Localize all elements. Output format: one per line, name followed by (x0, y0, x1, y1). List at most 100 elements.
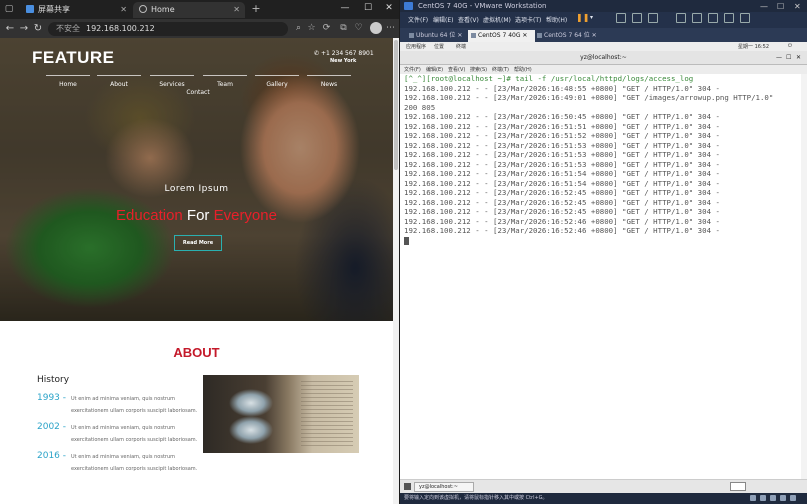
collections-icon[interactable]: ♡ (352, 22, 365, 35)
gnome-places-menu[interactable]: 位置 (434, 43, 444, 50)
vm-tab-centos-64[interactable]: CentOS 7 64 位 ✕ (534, 30, 605, 42)
terminal-minimize[interactable]: — (776, 51, 782, 65)
site-logo[interactable]: FEATURE (32, 48, 115, 68)
nav-news[interactable]: News (307, 75, 351, 88)
page-scroll-thumb[interactable] (394, 40, 398, 170)
nav-about[interactable]: About (97, 75, 141, 88)
vmware-window: CentOS 7 40G - VMware Workstation — ☐ ✕ … (400, 0, 807, 504)
terminal-output[interactable]: [^_^][root@localhost ~]# tail -f /usr/lo… (400, 74, 807, 479)
terminal-menu-view[interactable]: 查看(V) (448, 66, 465, 73)
menu-help[interactable]: 帮助(H) (546, 15, 567, 24)
timeline-line: Ut enim ad minima veniam, quis nostrum (71, 396, 175, 402)
sound-status-icon[interactable] (790, 495, 796, 501)
tab-home[interactable]: Home ✕ (133, 2, 245, 18)
log-line: 192.168.100.212 - - [23/Mar/2026:16:48:5… (404, 83, 720, 93)
phone-icon: ✆ (314, 50, 321, 57)
extensions-icon[interactable]: ⧉ (337, 22, 350, 35)
nav-gallery[interactable]: Gallery (255, 75, 299, 88)
snapshot-icon[interactable] (616, 13, 626, 23)
window-title: CentOS 7 40G - VMware Workstation (418, 2, 547, 10)
hero-title-part: Education (116, 207, 183, 224)
timeline-year: 2016 - (37, 451, 67, 461)
log-line: 192.168.100.212 - - [23/Mar/2026:16:52:4… (404, 197, 720, 207)
timeline-text: Ut enim ad minima veniam, quis nostrum ex… (71, 422, 201, 446)
terminal-close[interactable]: ✕ (796, 51, 801, 65)
console-view-icon[interactable] (708, 13, 718, 23)
tab-screen-share[interactable]: 屏幕共享 ✕ (20, 2, 132, 18)
dropdown-icon[interactable]: ▾ (590, 14, 593, 21)
network-status-icon[interactable] (770, 495, 776, 501)
browser-window: ▢ 屏幕共享 ✕ Home ✕ + — ☐ ✕ ← → ↻ 不安全 192.168… (0, 0, 399, 504)
gnome-terminal-menu[interactable]: 终端 (456, 43, 466, 50)
revert-icon[interactable] (632, 13, 642, 23)
unity-icon[interactable] (692, 13, 702, 23)
vm-tab-ubuntu[interactable]: Ubuntu 64 位 ✕ (406, 30, 470, 42)
usb-status-icon[interactable] (780, 495, 786, 501)
timeline-text: Ut enim ad minima veniam, quis nostrum ex… (71, 393, 201, 417)
nav-label: Team (217, 81, 233, 88)
terminal-maximize[interactable]: ☐ (786, 51, 791, 65)
more-menu-icon[interactable]: ⋯ (384, 22, 397, 35)
workspace-pager[interactable] (730, 482, 746, 491)
log-lines: 192.168.100.212 - - [23/Mar/2026:16:48:5… (404, 84, 803, 245)
timeline-line: exercitationem ullam corporis suscipit l… (71, 466, 198, 472)
zoom-icon[interactable]: ⌕ (292, 22, 305, 35)
thumbnail-icon[interactable] (740, 13, 750, 23)
timeline-line: Ut enim ad minima veniam, quis nostrum (71, 454, 175, 460)
terminal-title: yz@localhost:~ (580, 54, 627, 61)
close-tab-icon[interactable]: ✕ (120, 2, 127, 18)
manage-snapshot-icon[interactable] (648, 13, 658, 23)
not-secure-label[interactable]: 不安全 (56, 24, 80, 33)
vm-tab-centos-40g[interactable]: CentOS 7 40G ✕ (468, 30, 536, 42)
taskbar-terminal-item[interactable]: yz@localhost:~ (414, 482, 474, 492)
menu-file[interactable]: 文件(F) (408, 15, 428, 24)
power-icon[interactable]: ⏻ (788, 43, 792, 49)
nav-team[interactable]: Team (203, 75, 247, 88)
url-text: 192.168.100.212 (86, 24, 155, 33)
desktop: ▢ 屏幕共享 ✕ Home ✕ + — ☐ ✕ ← → ↻ 不安全 192.168… (0, 0, 807, 504)
phone-number: ✆ +1 234 567 8901 (314, 50, 374, 57)
close-tab-icon[interactable]: ✕ (233, 2, 240, 18)
nav-label: Gallery (266, 81, 288, 88)
url-input[interactable]: 不安全 192.168.100.212 (48, 22, 288, 36)
gnome-applications-menu[interactable]: 应用程序 (406, 43, 426, 50)
close-window-button[interactable]: ✕ (382, 3, 396, 13)
log-line: 192.168.100.212 - - [23/Mar/2026:16:51:5… (404, 169, 720, 178)
fullscreen-icon[interactable] (676, 13, 686, 23)
terminal-prompt: [^_^][root@localhost ~]# tail -f /usr/lo… (404, 74, 694, 83)
hdd-status-icon[interactable] (750, 495, 756, 501)
phone-text: +1 234 567 8901 (320, 50, 374, 57)
maximize-button[interactable]: ☐ (361, 3, 375, 13)
stretch-icon[interactable] (724, 13, 734, 23)
show-desktop-icon[interactable] (404, 483, 411, 490)
terminal-menu-terminal[interactable]: 终端(T) (492, 66, 509, 73)
cdrom-status-icon[interactable] (760, 495, 766, 501)
menu-edit[interactable]: 编辑(E) (433, 15, 453, 24)
new-tab-button[interactable]: + (251, 3, 261, 14)
timeline-year: 2002 - (37, 422, 67, 432)
back-icon[interactable]: ← (3, 22, 17, 35)
minimize-button[interactable]: — (338, 3, 352, 13)
favorite-icon[interactable]: ☆ (305, 22, 318, 35)
profile-avatar[interactable] (370, 22, 382, 34)
reload-icon[interactable]: ↻ (31, 22, 45, 35)
vm-tab-label: CentOS 7 40G (478, 32, 521, 39)
hero-title-part: For (182, 207, 214, 224)
tab-actions-icon[interactable]: ▢ (4, 4, 14, 14)
timeline-line: Ut enim ad minima veniam, quis nostrum (71, 425, 175, 431)
terminal-menu-search[interactable]: 搜索(S) (470, 66, 487, 73)
gnome-clock[interactable]: 星期一 16:52 (738, 43, 769, 50)
terminal-menu-help[interactable]: 帮助(H) (514, 66, 532, 73)
menu-view[interactable]: 查看(V) (458, 15, 479, 24)
terminal-menu-file[interactable]: 文件(F) (404, 66, 421, 73)
nav-home[interactable]: Home (46, 75, 90, 88)
terminal-scrollbar[interactable] (801, 74, 807, 479)
log-line: 192.168.100.212 - - [23/Mar/2026:16:51:5… (404, 140, 720, 150)
refresh-page-icon[interactable]: ⟳ (320, 22, 333, 35)
read-more-button[interactable]: Read More (174, 235, 222, 251)
terminal-menu-edit[interactable]: 编辑(E) (426, 66, 443, 73)
forward-icon[interactable]: → (17, 22, 31, 35)
pause-icon[interactable]: ❚❚ (576, 13, 589, 22)
menu-tabs[interactable]: 选项卡(T) (515, 15, 541, 24)
menu-vm[interactable]: 虚拟机(M) (483, 15, 511, 24)
